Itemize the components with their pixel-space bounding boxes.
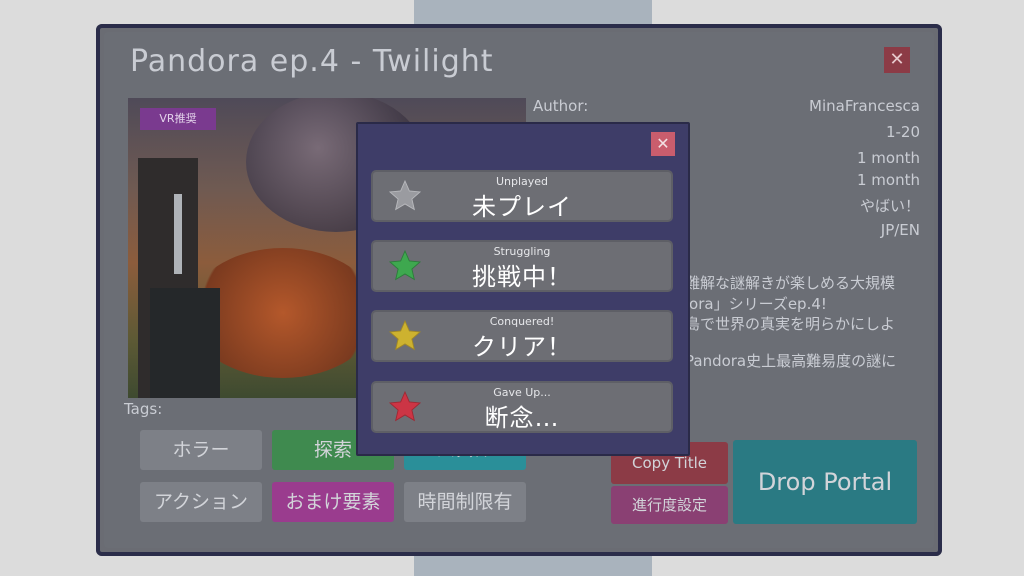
status-jp-label: 未プレイ	[472, 193, 572, 221]
world-title: Pandora ep.4 - Twilight	[130, 44, 494, 79]
tag-time-limit[interactable]: 時間制限有	[404, 482, 526, 522]
tag-horror[interactable]: ホラー	[140, 430, 262, 470]
status-jp-label: 挑戦中！	[472, 263, 572, 291]
description-line: と難解な謎解きが楽しめる大規模	[670, 274, 896, 292]
language-value: JP/EN	[880, 221, 920, 239]
status-jp-label: クリア！	[472, 333, 572, 361]
updated-value: 1 month	[857, 171, 920, 189]
close-dialog-button[interactable]: ✕	[651, 132, 675, 156]
tag-bonus-content[interactable]: おまけ要素	[272, 482, 394, 522]
players-value: 1-20	[885, 123, 920, 141]
status-gave-up-button[interactable]: Gave Up... 断念…	[371, 381, 673, 433]
thumbnail-ruin	[150, 288, 220, 398]
close-panel-button[interactable]: ✕	[884, 47, 910, 73]
difficulty-value: やばい！	[859, 197, 920, 215]
progress-setting-button[interactable]: 進行度設定	[611, 486, 728, 524]
status-unplayed-button[interactable]: Unplayed 未プレイ	[371, 170, 673, 222]
vr-recommended-badge: VR推奨	[140, 108, 216, 130]
thumbnail-waterfall	[174, 194, 182, 274]
created-value: 1 month	[857, 149, 920, 167]
status-jp-label: 断念…	[484, 404, 560, 432]
description-line: 浮島で世界の真実を明らかにしよ	[670, 315, 896, 333]
author-label: Author:	[533, 97, 589, 115]
description-line: ndora」シリーズep.4!	[670, 295, 827, 313]
status-conquered-button[interactable]: Conquered! クリア！	[371, 310, 673, 362]
description-line: てPandora史上最高難易度の謎に	[670, 352, 897, 370]
author-value: MinaFrancesca	[809, 97, 920, 115]
tag-action[interactable]: アクション	[140, 482, 262, 522]
drop-portal-button[interactable]: Drop Portal	[733, 440, 917, 524]
tags-label: Tags:	[124, 400, 163, 418]
status-struggling-button[interactable]: Struggling 挑戦中！	[371, 240, 673, 292]
